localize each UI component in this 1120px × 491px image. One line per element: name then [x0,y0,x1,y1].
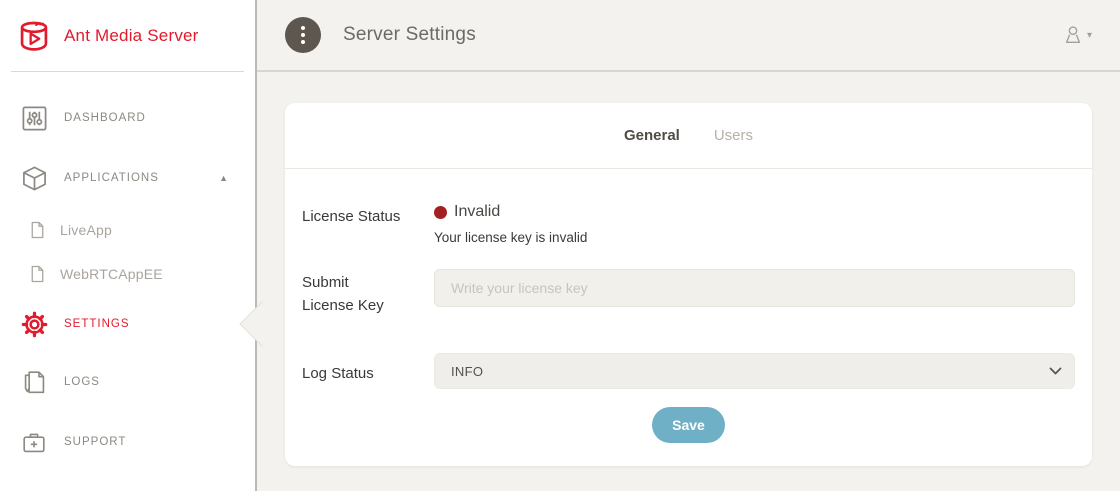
sidebar-item-logs[interactable]: LOGS [0,352,255,412]
sidebar-item-label: SETTINGS [64,318,130,330]
license-status-label: License Status [302,203,434,245]
file-icon [27,221,47,239]
chevron-down-icon: ▾ [1087,30,1092,41]
logs-icon [20,369,48,396]
collapse-caret-icon[interactable]: ▲ [219,174,228,183]
license-status-row: License Status Invalid Your license key … [302,203,1075,245]
page-title: Server Settings [343,24,476,46]
kebab-dot [301,40,305,44]
kebab-dot [301,26,305,30]
sidebar-item-label: APPLICATIONS [64,172,159,184]
sidebar-nav: DASHBOARD APPLICATIONS ▲ [0,72,255,472]
gear-icon [20,311,48,338]
tab-general[interactable]: General [624,127,680,144]
tab-users[interactable]: Users [714,127,753,144]
sidebar-item-support[interactable]: SUPPORT [0,412,255,472]
settings-form: License Status Invalid Your license key … [285,203,1092,443]
log-status-label: Log Status [302,353,434,389]
sidebar-item-settings[interactable]: SETTINGS [0,296,255,352]
user-menu-button[interactable]: ▾ [1062,24,1092,46]
license-key-input[interactable] [434,269,1075,307]
save-button[interactable]: Save [652,407,725,443]
sidebar-item-applications[interactable]: APPLICATIONS ▲ [0,148,255,208]
brand-logo[interactable]: Ant Media Server [0,0,255,71]
settings-card: General Users License Status Invalid You… [285,103,1092,466]
page-header: Server Settings ▾ [257,0,1120,72]
sidebar-item-label: LiveApp [60,222,112,238]
file-icon [27,265,47,283]
sidebar-item-label: LOGS [64,376,100,388]
license-key-label: Submit License Key [302,269,434,317]
sidebar: Ant Media Server DASHBOARD [0,0,257,491]
sidebar-item-webrtcappee[interactable]: WebRTCAppEE [0,252,255,296]
status-dot-icon [434,206,447,219]
log-status-row: Log Status INFO [302,353,1075,389]
support-icon [20,430,48,455]
tab-bar: General Users [285,103,1092,169]
brand-name: Ant Media Server [64,26,199,46]
ant-media-logo-icon [13,15,55,57]
kebab-menu-button[interactable] [285,17,321,53]
kebab-dot [301,33,305,37]
sidebar-item-label: WebRTCAppEE [60,266,163,282]
save-row: Save [302,407,1075,443]
license-status-value: Invalid [454,203,500,221]
sidebar-item-label: DASHBOARD [64,112,146,124]
license-key-row: Submit License Key [302,269,1075,317]
sidebar-item-label: SUPPORT [64,436,126,448]
log-status-select[interactable]: INFO [434,353,1075,389]
dashboard-icon [20,105,48,132]
applications-icon [20,165,48,192]
main-area: Server Settings ▾ General Users License … [257,0,1120,491]
user-icon [1062,24,1084,46]
app-window: Ant Media Server DASHBOARD [0,0,1120,491]
content-area: General Users License Status Invalid You… [257,72,1120,491]
sidebar-item-liveapp[interactable]: LiveApp [0,208,255,252]
sidebar-item-dashboard[interactable]: DASHBOARD [0,88,255,148]
license-status-message: Your license key is invalid [434,230,1075,245]
